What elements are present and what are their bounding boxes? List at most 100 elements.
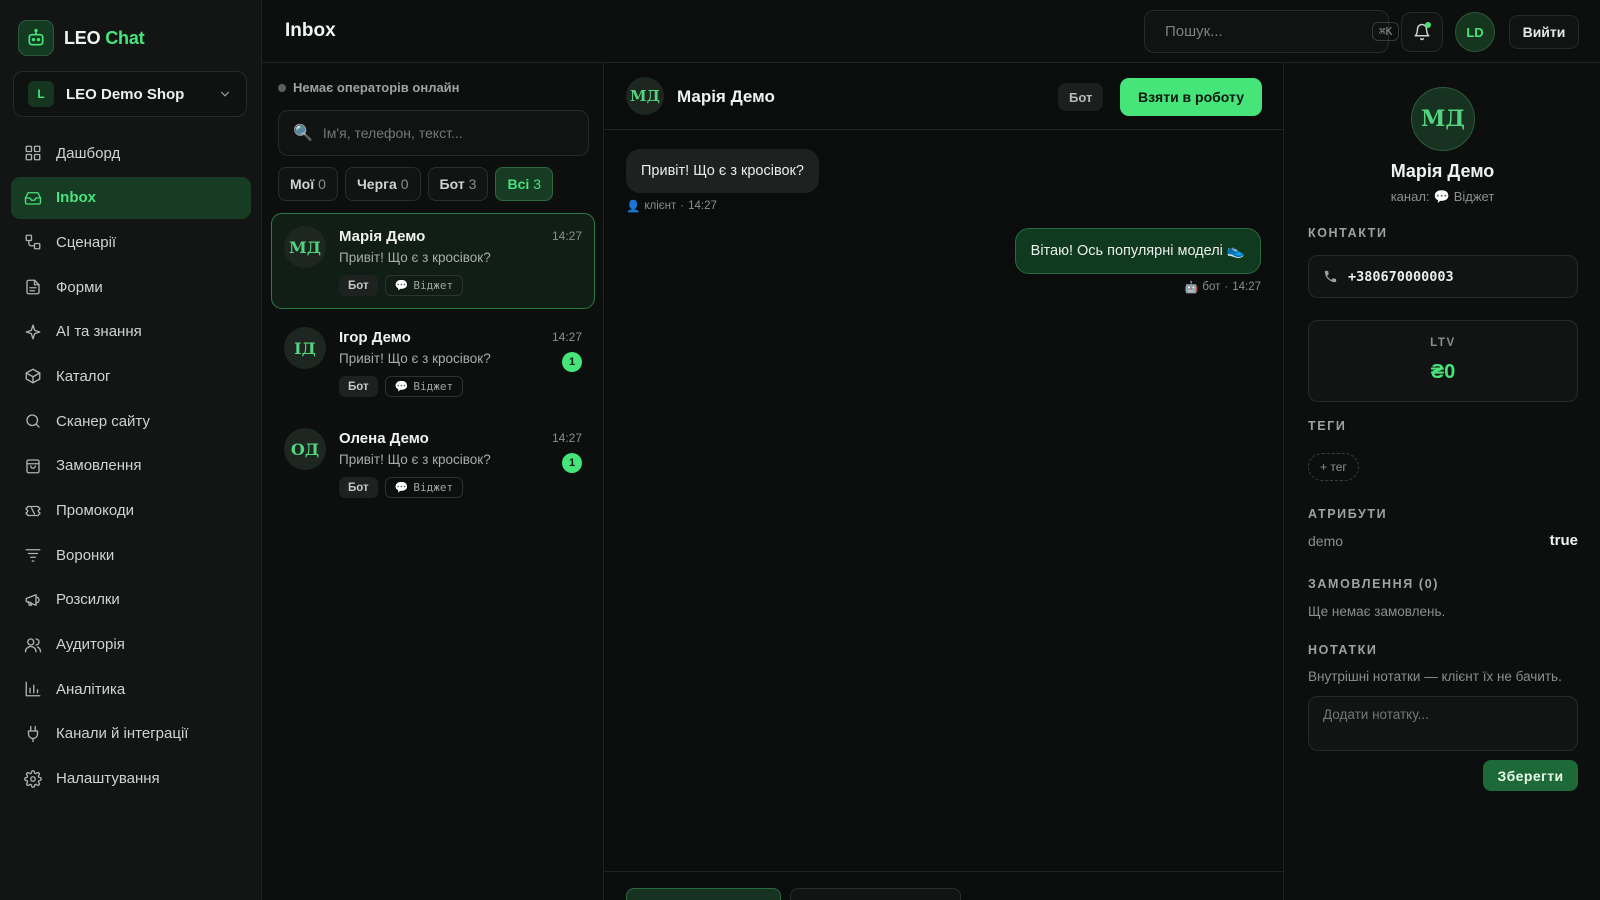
sidebar-item-label: Налаштування bbox=[56, 770, 160, 788]
ltv-label: LTV bbox=[1430, 337, 1456, 349]
sidebar-item-11[interactable]: Аудиторія bbox=[11, 624, 251, 666]
conversation-tags: Бот 💬 Віджет bbox=[339, 477, 464, 498]
sidebar-item-7[interactable]: Замовлення bbox=[11, 445, 251, 487]
sparkle-icon bbox=[25, 324, 41, 340]
composer-divider bbox=[604, 871, 1284, 872]
composer-tab-note[interactable] bbox=[790, 888, 961, 900]
composer-tab-reply[interactable] bbox=[626, 888, 781, 900]
chat-avatar: МД bbox=[626, 77, 664, 115]
phone-icon bbox=[1324, 270, 1337, 283]
conversation-avatar: ІД bbox=[284, 327, 326, 369]
channel-name: Віджет bbox=[1453, 189, 1495, 204]
topbar: Inbox ⌘K LD Вийти bbox=[262, 0, 1600, 63]
plug-icon bbox=[27, 725, 39, 743]
brand[interactable]: LEO Chat bbox=[18, 20, 145, 56]
shop-selector[interactable]: L LEO Demo Shop bbox=[13, 71, 247, 117]
sidebar-item-2[interactable]: Сценарії bbox=[11, 221, 251, 263]
sidebar-item-5[interactable]: Каталог bbox=[11, 355, 251, 397]
box-icon bbox=[25, 369, 41, 384]
filter-tab-1[interactable]: Черга 0 bbox=[344, 167, 421, 201]
sidebar-item-1[interactable]: Inbox bbox=[11, 176, 251, 219]
message-bubble: Вітаю! Ось популярні моделі 👟 bbox=[1014, 228, 1261, 274]
add-tag-button[interactable]: + тег bbox=[1308, 453, 1359, 481]
sidebar-item-label: Каталог bbox=[56, 367, 111, 385]
sidebar-item-12[interactable]: Аналітика bbox=[11, 668, 251, 710]
filter-tabs: Мої 0 Черга 0 Бот 3 Всі 3 bbox=[278, 167, 554, 201]
sidebar-item-label: Inbox bbox=[56, 189, 96, 207]
sidebar-item-10[interactable]: Розсилки bbox=[11, 579, 251, 621]
take-conversation-button[interactable]: Взяти в роботу bbox=[1120, 78, 1262, 116]
sidebar-item-13[interactable]: Канали й інтеграції bbox=[11, 713, 251, 755]
save-note-button[interactable]: Зберегти bbox=[1483, 760, 1578, 791]
conversation-name: Олена Демо bbox=[339, 430, 429, 447]
unread-badge: 1 bbox=[562, 352, 582, 372]
conversation-time: 14:27 bbox=[551, 330, 582, 344]
channel-chip: 💬 Віджет bbox=[384, 477, 464, 498]
sidebar-item-9[interactable]: Воронки bbox=[11, 534, 251, 576]
conversation-tags: Бот 💬 Віджет bbox=[339, 275, 464, 296]
conversation-name: Ігор Демо bbox=[339, 329, 411, 346]
filter-label: Бот bbox=[439, 176, 465, 192]
filter-count: 3 bbox=[468, 176, 477, 192]
ltv-value: ₴0 bbox=[1430, 361, 1456, 383]
filter-tab-0[interactable]: Мої 0 bbox=[278, 167, 338, 201]
inbox-icon bbox=[24, 191, 42, 205]
mode-chip: Бот bbox=[339, 376, 378, 397]
message-in: Привіт! Що є з кросівок? 👤 клієнт · 14:2… bbox=[626, 149, 819, 213]
profile-avatar: МД bbox=[1411, 87, 1475, 151]
notifications-button[interactable] bbox=[1401, 12, 1443, 52]
filter-tab-2[interactable]: Бот 3 bbox=[427, 167, 489, 201]
conversation-item[interactable]: МД Марія Демо 14:27 Привіт! Що є з кросівок… bbox=[271, 213, 595, 309]
sidebar-item-label: Розсилки bbox=[56, 591, 120, 609]
notification-dot bbox=[1425, 22, 1431, 28]
magnifier-icon: 🔍 bbox=[293, 125, 313, 142]
users-icon bbox=[24, 637, 42, 652]
mode-chip: Бот bbox=[339, 477, 378, 498]
sidebar-item-3[interactable]: Форми bbox=[11, 266, 251, 308]
sidebar-item-label: Замовлення bbox=[56, 457, 142, 475]
conversation-search-input[interactable] bbox=[322, 125, 574, 141]
sidebar-item-label: Аудиторія bbox=[56, 636, 125, 654]
note-input[interactable] bbox=[1308, 696, 1578, 751]
shop-name: LEO Demo Shop bbox=[66, 85, 185, 103]
conversation-item[interactable]: ОД Олена Демо 14:27 Привіт! Що є з кросівок… bbox=[271, 415, 595, 511]
sidebar-item-4[interactable]: AI та знання bbox=[11, 311, 251, 353]
sidebar-item-label: Канали й інтеграції bbox=[56, 725, 189, 743]
conversation-list: МД Марія Демо 14:27 Привіт! Що є з кросівок… bbox=[271, 213, 595, 516]
shop-avatar: L bbox=[28, 81, 54, 107]
logout-button[interactable]: Вийти bbox=[1509, 15, 1579, 49]
sidebar-item-8[interactable]: Промокоди bbox=[11, 490, 251, 532]
chat-header: МД Марія Демо Бот Взяти в роботу bbox=[604, 63, 1284, 130]
sidebar-nav: Дашборд Inbox Сценарії Форми AI та знання Кат… bbox=[11, 132, 251, 802]
filter-tab-3[interactable]: Всі 3 bbox=[495, 167, 554, 201]
meta-separator: · bbox=[680, 200, 685, 212]
sidebar-item-label: Дашборд bbox=[56, 144, 121, 162]
client-icon: 👤 bbox=[626, 201, 641, 213]
page-title: Inbox bbox=[285, 20, 336, 41]
meta-separator: · bbox=[1224, 281, 1229, 293]
search-icon bbox=[26, 414, 40, 428]
global-search-input[interactable] bbox=[1165, 23, 1364, 40]
filter-label: Мої bbox=[290, 176, 315, 192]
channel-chip: 💬 Віджет bbox=[384, 376, 464, 397]
sidebar-item-label: Аналітика bbox=[56, 680, 126, 698]
filter-icon bbox=[25, 549, 41, 562]
sidebar-item-0[interactable]: Дашборд bbox=[11, 132, 251, 174]
notes-hint: Внутрішні нотатки — клієнт їх не бачить. bbox=[1308, 669, 1562, 684]
operators-status-text: Немає операторів онлайн bbox=[293, 80, 460, 95]
speech-bubble-icon: 💬 bbox=[394, 279, 409, 292]
sidebar-item-6[interactable]: Сканер сайту bbox=[11, 400, 251, 442]
sidebar-item-14[interactable]: Налаштування bbox=[11, 758, 251, 800]
conversation-item[interactable]: ІД Ігор Демо 14:27 Привіт! Що є з кросівок?… bbox=[271, 314, 595, 410]
notes-title: НОТАТКИ bbox=[1308, 643, 1378, 657]
speech-bubble-icon: 💬 bbox=[394, 481, 409, 494]
speech-bubble-icon: 💬 bbox=[1433, 189, 1450, 204]
user-avatar[interactable]: LD bbox=[1455, 12, 1495, 52]
conversation-avatar: МД bbox=[284, 226, 326, 268]
global-search[interactable]: ⌘K bbox=[1144, 10, 1400, 53]
message-sender: бот bbox=[1202, 281, 1221, 293]
conversation-search[interactable]: 🔍 bbox=[278, 110, 589, 156]
phone-field[interactable]: +380670000003 bbox=[1308, 255, 1578, 298]
chat-panel: МД Марія Демо Бот Взяти в роботу Привіт!… bbox=[604, 63, 1284, 900]
conversation-time: 14:27 bbox=[551, 229, 582, 243]
